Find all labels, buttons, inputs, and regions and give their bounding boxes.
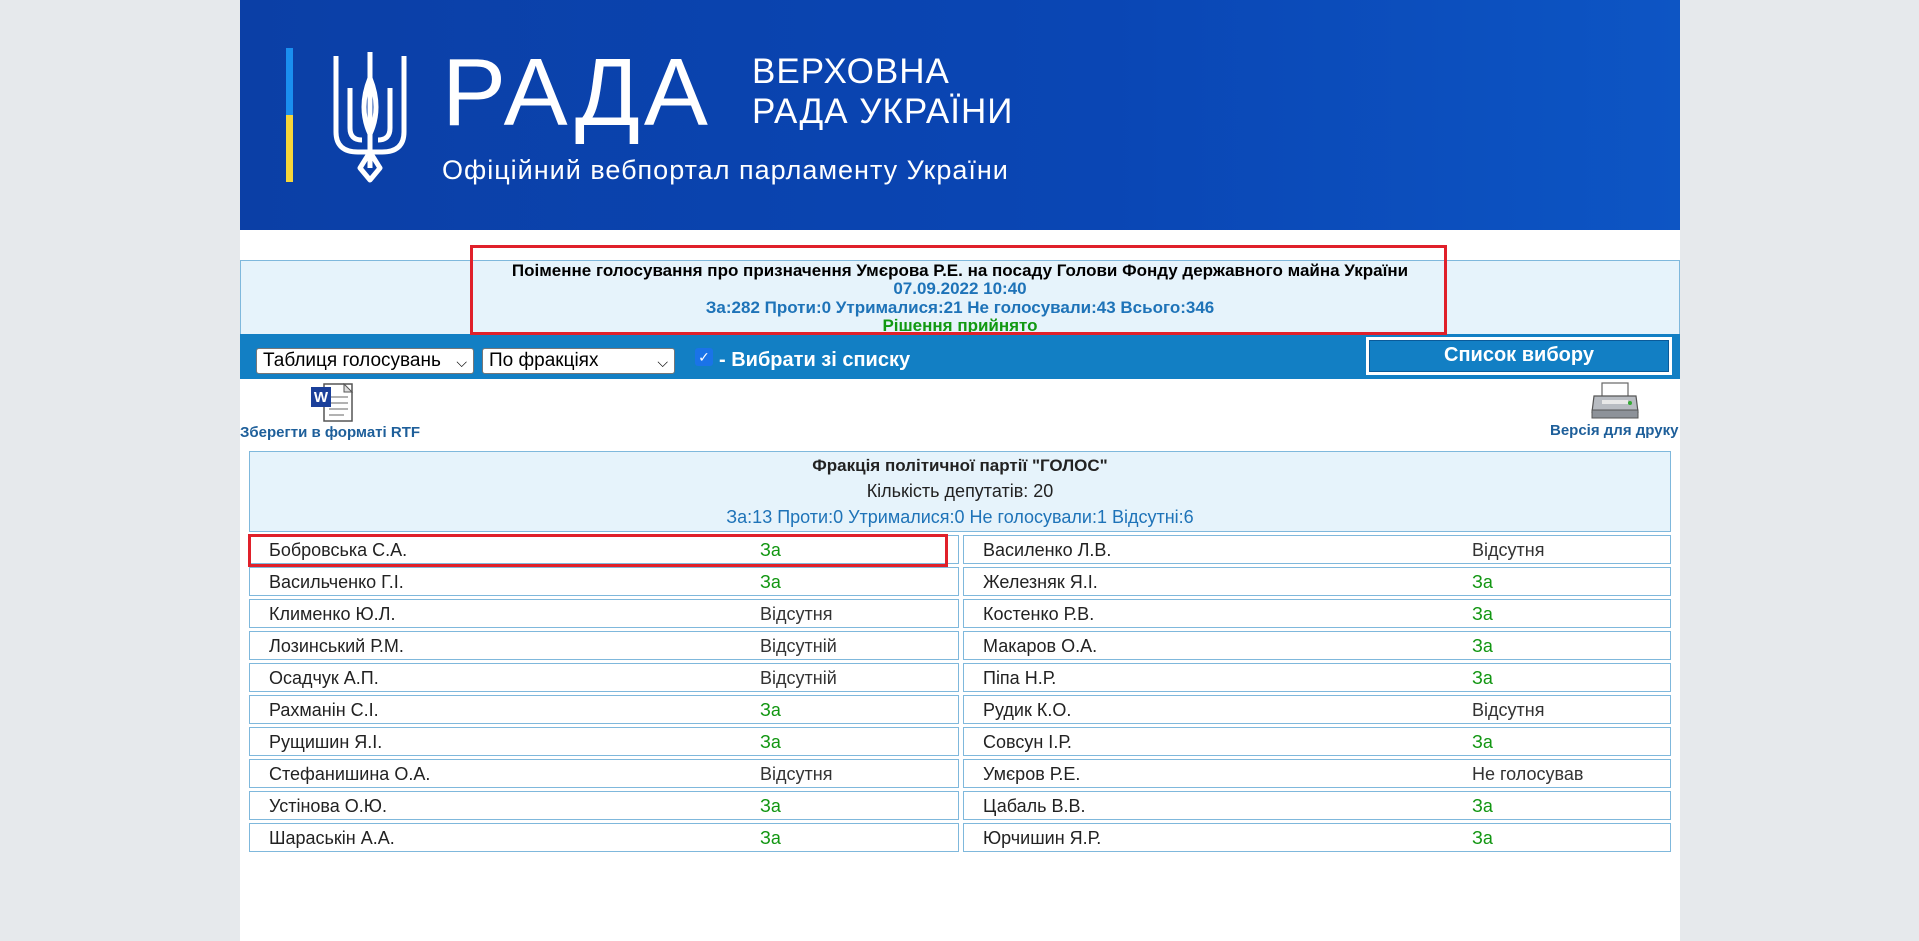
deputy-name: Шараськін А.А. bbox=[269, 828, 395, 848]
deputy-vote: Відсутня bbox=[1472, 700, 1545, 720]
page: РАДА ВЕРХОВНА РАДА УКРАЇНИ Офіційний веб… bbox=[240, 0, 1680, 941]
deputy-row: Рущишин Я.І. За bbox=[249, 727, 959, 756]
filter-toolbar: Таблиця голосувань ⌵ По фракціях ⌵ ✓ - В… bbox=[240, 334, 1680, 379]
deputy-name: Юрчишин Я.Р. bbox=[983, 828, 1102, 848]
deputy-vote: Відсутня bbox=[760, 764, 833, 784]
deputy-row: Клименко Ю.Л. Відсутня bbox=[249, 599, 959, 628]
chevron-down-icon: ⌵ bbox=[657, 354, 668, 370]
select-from-list-checkbox[interactable]: ✓ bbox=[695, 348, 713, 366]
deputy-name: Макаров О.А. bbox=[983, 636, 1098, 656]
deputy-vote: За bbox=[1472, 828, 1493, 848]
deputy-row: Василенко Л.В. Відсутня bbox=[963, 535, 1671, 564]
select-from-list-label[interactable]: - Вибрати зі списку bbox=[719, 348, 910, 372]
deputy-name: Осадчук А.П. bbox=[269, 668, 379, 688]
deputy-row: Рудик К.О. Відсутня bbox=[963, 695, 1671, 724]
site-tagline: Офіційний вебпортал парламенту України bbox=[442, 155, 1009, 185]
logo-subtitle-line2: РАДА УКРАЇНИ bbox=[752, 92, 1014, 131]
deputy-name: Рахманін С.І. bbox=[269, 700, 379, 720]
faction-header: Фракція політичної партії "ГОЛОС" Кількі… bbox=[249, 451, 1671, 532]
faction-name: Фракція політичної партії "ГОЛОС" bbox=[812, 456, 1108, 475]
deputy-name: Рущишин Я.І. bbox=[269, 732, 383, 752]
deputy-row: Умєров Р.Е. Не голосував bbox=[963, 759, 1671, 788]
selection-list-button[interactable]: Список вибору bbox=[1366, 337, 1672, 375]
view-select[interactable]: Таблиця голосувань ⌵ bbox=[256, 348, 474, 374]
faction-totals: За:13 Проти:0 Утрималися:0 Не голосували… bbox=[726, 507, 1194, 527]
deputy-vote: За bbox=[760, 572, 781, 592]
deputy-row: Юрчишин Я.Р. За bbox=[963, 823, 1671, 852]
deputy-name: Умєров Р.Е. bbox=[983, 764, 1081, 784]
deputy-vote: Не голосував bbox=[1472, 764, 1584, 784]
deputy-vote: За bbox=[760, 700, 781, 720]
deputy-row: Осадчук А.П. Відсутній bbox=[249, 663, 959, 692]
deputy-name: Рудик К.О. bbox=[983, 700, 1072, 720]
deputy-row: Железняк Я.І. За bbox=[963, 567, 1671, 596]
deputy-vote: За bbox=[760, 828, 781, 848]
deputy-vote: За bbox=[1472, 572, 1493, 592]
highlight-vote-summary bbox=[470, 245, 1447, 335]
deputy-name: Стефанишина О.А. bbox=[269, 764, 431, 784]
deputy-row: Шараськін А.А. За bbox=[249, 823, 959, 852]
deputy-name: Железняк Я.І. bbox=[983, 572, 1098, 592]
deputy-row: Устінова О.Ю. За bbox=[249, 791, 959, 820]
svg-text:W: W bbox=[314, 389, 329, 406]
logo-word[interactable]: РАДА bbox=[442, 38, 712, 148]
deputy-name: Совсун І.Р. bbox=[983, 732, 1072, 752]
group-select-value: По фракціях bbox=[489, 350, 599, 371]
deputy-vote: Відсутня bbox=[1472, 540, 1545, 560]
deputy-name: Піпа Н.Р. bbox=[983, 668, 1057, 688]
deputy-row: Цабаль В.В. За bbox=[963, 791, 1671, 820]
highlight-deputy-row bbox=[248, 534, 948, 567]
group-select[interactable]: По фракціях ⌵ bbox=[482, 348, 675, 374]
deputy-name: Костенко Р.В. bbox=[983, 604, 1095, 624]
site-banner: РАДА ВЕРХОВНА РАДА УКРАЇНИ Офіційний веб… bbox=[240, 0, 1680, 230]
deputy-vote: Відсутній bbox=[760, 668, 837, 688]
deputy-vote: За bbox=[1472, 732, 1493, 752]
deputy-vote: За bbox=[1472, 668, 1493, 688]
view-select-value: Таблиця голосувань bbox=[263, 350, 441, 371]
deputy-vote: Відсутній bbox=[760, 636, 837, 656]
deputy-name: Клименко Ю.Л. bbox=[269, 604, 396, 624]
deputy-row: Макаров О.А. За bbox=[963, 631, 1671, 660]
deputy-row: Совсун І.Р. За bbox=[963, 727, 1671, 756]
deputy-name: Цабаль В.В. bbox=[983, 796, 1086, 816]
deputy-vote: За bbox=[1472, 636, 1493, 656]
deputy-row: Лозинський Р.М. Відсутній bbox=[249, 631, 959, 660]
deputy-name: Василенко Л.В. bbox=[983, 540, 1112, 560]
flag-stripe bbox=[286, 48, 293, 182]
chevron-down-icon: ⌵ bbox=[456, 354, 467, 370]
deputy-row: Стефанишина О.А. Відсутня bbox=[249, 759, 959, 788]
deputy-vote: Відсутня bbox=[760, 604, 833, 624]
deputy-name: Лозинський Р.М. bbox=[269, 636, 404, 656]
deputy-name: Устінова О.Ю. bbox=[269, 796, 387, 816]
faction-count: Кількість депутатів: 20 bbox=[866, 481, 1054, 501]
word-document-icon[interactable]: W bbox=[310, 383, 354, 423]
deputy-vote: За bbox=[760, 732, 781, 752]
save-rtf-link[interactable]: Зберегти в форматі RTF bbox=[240, 424, 420, 442]
logo-subtitle-line1: ВЕРХОВНА bbox=[752, 52, 950, 91]
print-version-link[interactable]: Версія для друку bbox=[1550, 422, 1678, 440]
deputy-name: Васильченко Г.І. bbox=[269, 572, 404, 592]
deputy-row: Васильченко Г.І. За bbox=[249, 567, 959, 596]
deputy-row: Рахманін С.І. За bbox=[249, 695, 959, 724]
trident-icon bbox=[333, 52, 407, 183]
printer-icon[interactable] bbox=[1590, 382, 1640, 420]
deputy-row: Костенко Р.В. За bbox=[963, 599, 1671, 628]
deputy-row: Піпа Н.Р. За bbox=[963, 663, 1671, 692]
deputy-vote: За bbox=[1472, 604, 1493, 624]
deputy-vote: За bbox=[1472, 796, 1493, 816]
deputy-vote: За bbox=[760, 796, 781, 816]
